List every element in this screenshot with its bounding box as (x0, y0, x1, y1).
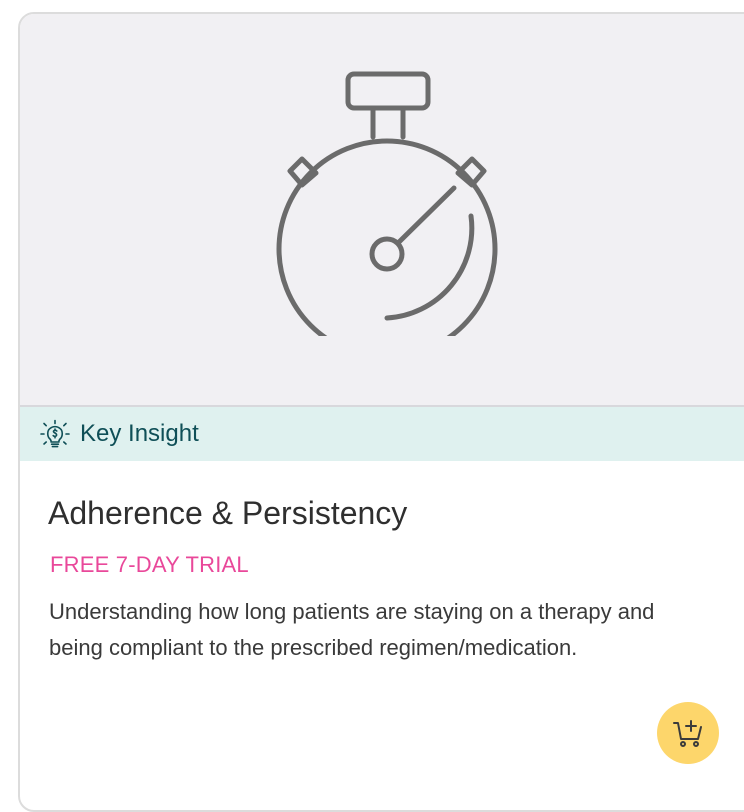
free-trial-badge: FREE 7-DAY TRIAL (50, 552, 249, 577)
add-to-cart-button[interactable] (657, 702, 719, 764)
key-insight-banner: Key Insight (20, 407, 744, 461)
key-insight-label: Key Insight (80, 420, 199, 447)
card-hero (20, 14, 744, 407)
add-to-cart-icon (673, 720, 702, 747)
product-title: Adherence & Persistency (48, 495, 408, 531)
product-description: Understanding how long patients are stay… (49, 599, 655, 660)
lightbulb-icon (40, 419, 70, 449)
stopwatch-icon (276, 71, 498, 336)
product-card[interactable]: Key Insight Adherence & Persistency FREE… (18, 12, 744, 812)
